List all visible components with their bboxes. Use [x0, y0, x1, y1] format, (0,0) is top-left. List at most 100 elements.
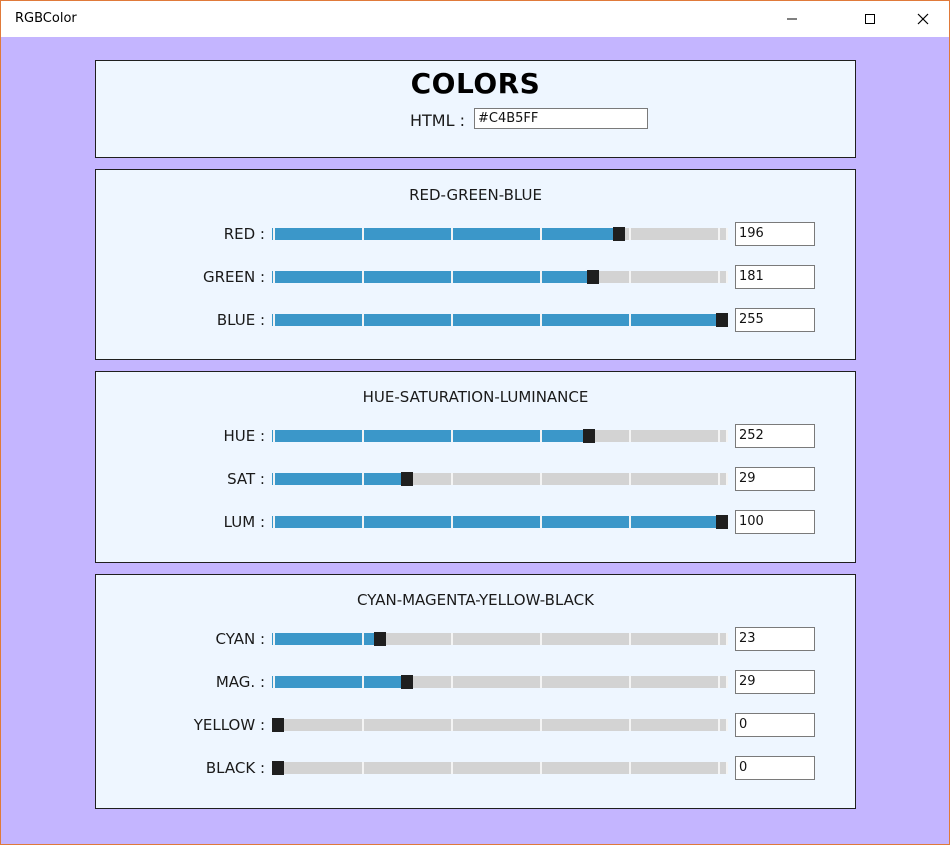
slider-blue[interactable] [272, 313, 728, 327]
slider-thumb[interactable] [401, 675, 413, 689]
app-window: RGBColor COLORS HTML : #C4B5FF RED-GREEN… [0, 0, 950, 845]
slider-thumb[interactable] [272, 718, 284, 732]
slider-tick [629, 633, 631, 645]
value-input-red[interactable]: 196 [735, 222, 815, 246]
value-input-green[interactable]: 181 [735, 265, 815, 289]
slider-tick [718, 473, 720, 485]
close-icon [917, 13, 929, 25]
slider-tick [726, 633, 728, 645]
slider-tick [629, 719, 631, 731]
value-input-sat[interactable]: 29 [735, 467, 815, 491]
slider-ticks [272, 633, 728, 645]
html-color-input[interactable]: #C4B5FF [474, 108, 648, 129]
slider-row-green: GREEN : 181 [96, 265, 855, 289]
slider-tick [629, 314, 631, 326]
slider-green[interactable] [272, 270, 728, 284]
slider-tick [726, 430, 728, 442]
slider-label-blue: BLUE : [216, 311, 265, 329]
close-button[interactable] [900, 1, 946, 37]
slider-tick [273, 430, 275, 442]
slider-label-green: GREEN : [202, 268, 265, 286]
value-input-cyan[interactable]: 23 [735, 627, 815, 651]
slider-tick [273, 473, 275, 485]
colors-panel: COLORS HTML : #C4B5FF [95, 60, 856, 158]
slider-ticks [272, 473, 728, 485]
slider-ticks [272, 314, 728, 326]
slider-tick [451, 271, 453, 283]
value-input-lum[interactable]: 100 [735, 510, 815, 534]
slider-red[interactable] [272, 227, 728, 241]
slider-tick [540, 762, 542, 774]
slider-row-red: RED : 196 [96, 222, 855, 246]
section-title-rgb: RED-GREEN-BLUE [409, 186, 542, 204]
window-title: RGBColor [15, 11, 77, 26]
slider-hue[interactable] [272, 429, 728, 443]
slider-sat[interactable] [272, 472, 728, 486]
slider-tick [726, 271, 728, 283]
slider-row-cyan: CYAN : 23 [96, 627, 855, 651]
page-title: COLORS [410, 67, 541, 100]
slider-tick [629, 676, 631, 688]
slider-tick [451, 676, 453, 688]
slider-thumb[interactable] [716, 313, 728, 327]
slider-black[interactable] [272, 761, 728, 775]
slider-tick [540, 719, 542, 731]
value-input-yellow[interactable]: 0 [735, 713, 815, 737]
slider-thumb[interactable] [587, 270, 599, 284]
slider-tick [273, 516, 275, 528]
slider-tick [451, 719, 453, 731]
slider-tick [540, 676, 542, 688]
slider-thumb[interactable] [374, 632, 386, 646]
slider-row-hue: HUE : 252 [96, 424, 855, 448]
minimize-button[interactable] [769, 1, 815, 37]
slider-ticks [272, 676, 728, 688]
slider-thumb[interactable] [583, 429, 595, 443]
slider-cyan[interactable] [272, 632, 728, 646]
value-input-blue[interactable]: 255 [735, 308, 815, 332]
value-input-black[interactable]: 0 [735, 756, 815, 780]
slider-tick [362, 271, 364, 283]
slider-ticks [272, 762, 728, 774]
slider-tick [629, 228, 631, 240]
hsl-panel: HUE-SATURATION-LUMINANCE HUE : 252 SAT : 29… [95, 371, 856, 563]
slider-tick [540, 633, 542, 645]
section-title-cmyk: CYAN-MAGENTA-YELLOW-BLACK [357, 591, 594, 609]
slider-thumb[interactable] [401, 472, 413, 486]
slider-tick [362, 719, 364, 731]
slider-tick [362, 676, 364, 688]
slider-ticks [272, 430, 728, 442]
slider-mag[interactable] [272, 675, 728, 689]
slider-tick [726, 676, 728, 688]
slider-yellow[interactable] [272, 718, 728, 732]
slider-row-mag: MAG. : 29 [96, 670, 855, 694]
slider-tick [629, 430, 631, 442]
maximize-button[interactable] [847, 1, 893, 37]
slider-row-lum: LUM : 100 [96, 510, 855, 534]
slider-label-hue: HUE : [223, 427, 265, 445]
slider-lum[interactable] [272, 515, 728, 529]
title-bar[interactable]: RGBColor [1, 1, 949, 37]
slider-ticks [272, 719, 728, 731]
slider-ticks [272, 271, 728, 283]
slider-label-black: BLACK : [205, 759, 265, 777]
value-input-hue[interactable]: 252 [735, 424, 815, 448]
slider-tick [540, 473, 542, 485]
slider-tick [540, 516, 542, 528]
slider-label-sat: SAT : [227, 470, 265, 488]
slider-tick [273, 633, 275, 645]
value-input-mag[interactable]: 29 [735, 670, 815, 694]
slider-tick [362, 473, 364, 485]
slider-label-lum: LUM : [223, 513, 265, 531]
slider-thumb[interactable] [716, 515, 728, 529]
slider-tick [362, 314, 364, 326]
slider-tick [629, 473, 631, 485]
slider-row-sat: SAT : 29 [96, 467, 855, 491]
slider-tick [718, 271, 720, 283]
slider-thumb[interactable] [272, 761, 284, 775]
slider-label-yellow: YELLOW : [193, 716, 265, 734]
slider-thumb[interactable] [613, 227, 625, 241]
section-title-hsl: HUE-SATURATION-LUMINANCE [362, 388, 589, 406]
slider-tick [718, 633, 720, 645]
slider-tick [718, 762, 720, 774]
slider-tick [362, 633, 364, 645]
